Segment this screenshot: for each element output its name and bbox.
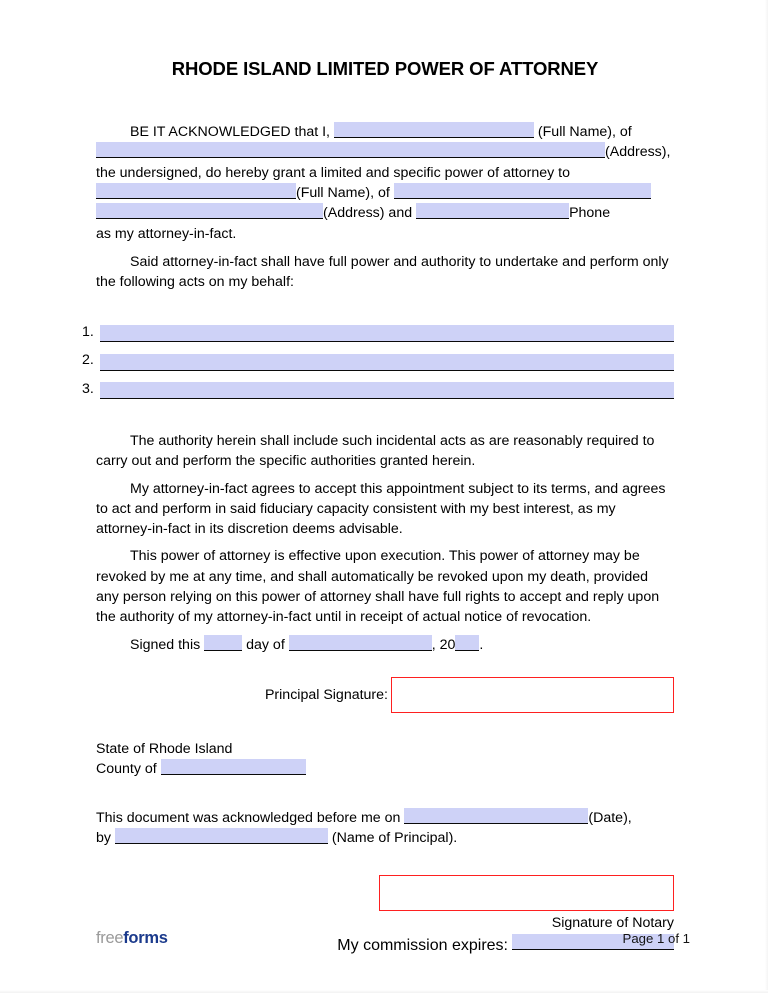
notary-signature-box[interactable] [379, 875, 674, 912]
notary-state-line: State of Rhode Island [96, 739, 674, 759]
principal-address-field[interactable] [96, 142, 605, 159]
power-field-3[interactable] [100, 382, 674, 400]
notary-county-label: County of [96, 761, 157, 778]
signed-text-1: Signed this [130, 636, 201, 653]
signed-text-3: , 20 [431, 636, 456, 653]
signed-year-field[interactable] [455, 634, 480, 651]
list-item-number: 2. [82, 352, 94, 369]
notary-date-field[interactable] [404, 807, 589, 824]
intro-text-3: (Address), [605, 144, 671, 161]
intro-text-4: the undersigned, do hereby grant a limit… [96, 164, 570, 181]
intro-text-2: (Full Name), of [537, 124, 632, 141]
logo-text-free: free [96, 929, 124, 947]
paragraph-incidental-acts: The authority herein shall include such … [96, 432, 655, 470]
notary-principal-name-field[interactable] [114, 827, 328, 844]
agent-name-field[interactable] [96, 183, 296, 200]
agent-address-field-2[interactable] [96, 203, 323, 220]
notary-ack-line-2: by (Name of Principal). [96, 827, 674, 848]
intro-text-7: Phone [569, 205, 611, 222]
notary-state-text: State of Rhode Island [96, 740, 233, 757]
signed-month-field[interactable] [288, 634, 432, 651]
principal-signature-box[interactable] [391, 676, 674, 713]
freeforms-logo[interactable]: freeforms [96, 930, 168, 947]
intro-line-5: (Address) and Phone [96, 203, 674, 223]
list-item: 3. [82, 379, 674, 400]
list-item: 1. [82, 322, 674, 342]
page-title: RHODE ISLAND LIMITED POWER OF ATTORNEY [171, 58, 599, 79]
paragraph-effective-revocation: This power of attorney is effective upon… [96, 548, 660, 626]
agent-phone-field[interactable] [416, 203, 570, 220]
intro-text-8: as my attorney-in-fact. [96, 225, 237, 242]
paragraph-acceptance: My attorney-in-fact agrees to accept thi… [96, 480, 666, 538]
notary-county-line: County of [96, 759, 674, 779]
page-footer: freeforms Page 1 of 1 [96, 930, 690, 947]
notary-county-field[interactable] [160, 759, 306, 776]
intro-text-5: (Full Name), of [296, 185, 390, 202]
agent-address-field-1[interactable] [393, 183, 651, 200]
signed-day-field[interactable] [204, 634, 243, 651]
powers-list: 1. 2. 3. [82, 322, 674, 400]
intro-text-1: BE IT ACKNOWLEDGED that I, [130, 124, 330, 141]
principal-name-field[interactable] [333, 122, 534, 139]
page-number: Page 1 of 1 [622, 930, 690, 946]
logo-text-forms: forms [123, 929, 168, 947]
intro-line-3: the undersigned, do hereby grant a limit… [96, 163, 674, 183]
principal-signature-row: Principal Signature: [96, 676, 674, 713]
notary-ack-text-4: (Name of Principal). [331, 829, 458, 846]
principal-signature-label: Principal Signature: [264, 686, 388, 703]
signed-text-2: day of [246, 636, 285, 653]
notary-ack-text-2: (Date), [588, 809, 632, 826]
intro-line-6: as my attorney-in-fact. [96, 224, 674, 244]
intro-line-4: (Full Name), of [96, 183, 674, 203]
list-item-number: 3. [82, 381, 94, 398]
signed-date-line: Signed this day of , 20. [96, 634, 674, 655]
document-page: RHODE ISLAND LIMITED POWER OF ATTORNEY B… [0, 0, 768, 993]
notary-ack-text-1: This document was acknowledged before me… [96, 809, 401, 826]
intro-line-1: BE IT ACKNOWLEDGED that I, (Full Name), … [96, 122, 674, 142]
notary-ack-line-1: This document was acknowledged before me… [96, 807, 674, 828]
list-item: 2. [82, 350, 674, 371]
list-item-number: 1. [82, 323, 94, 340]
document-content: RHODE ISLAND LIMITED POWER OF ATTORNEY B… [82, 0, 674, 955]
intro-line-2: (Address), [96, 142, 674, 162]
intro-block: BE IT ACKNOWLEDGED that I, (Full Name), … [96, 122, 674, 244]
signed-text-4: . [479, 636, 484, 653]
powers-paragraph: Said attorney-in-fact shall have full po… [96, 253, 669, 291]
power-field-1[interactable] [100, 324, 674, 342]
intro-text-6: (Address) and [323, 205, 413, 222]
power-field-2[interactable] [100, 353, 674, 371]
notary-ack-text-3: by [96, 829, 111, 846]
